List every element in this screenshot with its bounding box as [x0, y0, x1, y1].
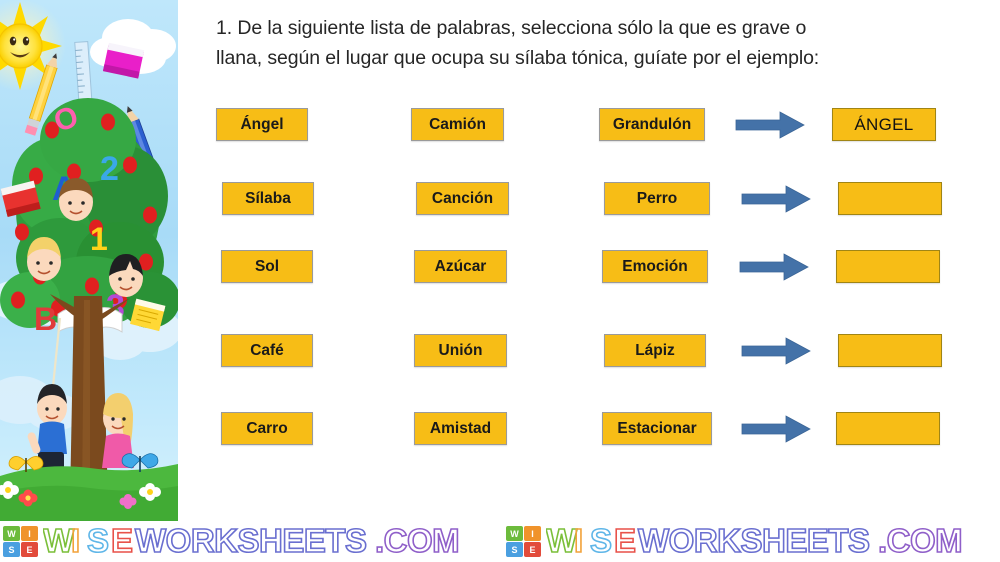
child-face-blonde — [27, 237, 61, 281]
watermark-footer: W I S E W I S E WORKSHEETS .COM W I S E — [0, 521, 1000, 562]
word-grid: Ángel Camión Grandulón ÁNGEL Sílaba Canc… — [178, 0, 1000, 521]
watermark-instance: W I S E W I S E WORKSHEETS .COM — [503, 521, 988, 562]
word-row: Carro Amistad Estacionar — [178, 412, 1000, 446]
word-option-col3[interactable]: Grandulón — [599, 108, 705, 141]
child-face-black-hair — [109, 254, 143, 297]
worksheet-content: 1. De la siguiente lista de palabras, se… — [178, 0, 1000, 521]
svg-text:.COM: .COM — [878, 523, 962, 559]
word-row: Sol Azúcar Emoción — [178, 250, 1000, 284]
worksheet-page: O 2 A 1 3 B — [0, 0, 1000, 562]
word-option-col3[interactable]: Estacionar — [602, 412, 712, 445]
svg-text:1: 1 — [90, 221, 108, 257]
word-row: Sílaba Canción Perro — [178, 182, 1000, 216]
child-face-brown — [59, 178, 93, 221]
illustration-svg: O 2 A 1 3 B — [0, 0, 178, 521]
svg-text:WORKSHEETS: WORKSHEETS — [638, 523, 870, 559]
word-option-col3[interactable]: Perro — [604, 182, 710, 215]
word-option-col3[interactable]: Emoción — [602, 250, 708, 283]
svg-text:S: S — [590, 523, 612, 559]
answer-box[interactable] — [838, 334, 942, 367]
answer-box[interactable]: ÁNGEL — [832, 108, 936, 141]
wise-logo-icon: W I S E — [3, 526, 38, 557]
arrow-right-icon — [740, 415, 812, 443]
svg-text:.COM: .COM — [375, 523, 459, 559]
svg-text:I: I — [71, 523, 80, 559]
answer-box[interactable] — [836, 412, 940, 445]
word-option-col1[interactable]: Café — [221, 334, 313, 367]
word-option-col2[interactable]: Unión — [414, 334, 507, 367]
answer-box[interactable] — [838, 182, 942, 215]
word-row: Ángel Camión Grandulón ÁNGEL — [178, 108, 1000, 142]
svg-text:S: S — [87, 523, 109, 559]
word-option-col1[interactable]: Sol — [221, 250, 313, 283]
svg-text:E: E — [614, 523, 636, 559]
arrow-right-icon — [740, 337, 812, 365]
word-option-col2[interactable]: Azúcar — [414, 250, 507, 283]
sun-eye-left — [9, 36, 17, 46]
wise-logo-icon: W I S E — [506, 526, 541, 557]
svg-text:E: E — [111, 523, 133, 559]
svg-text:2: 2 — [100, 150, 119, 188]
logo-letter-w: W — [3, 526, 20, 541]
word-row: Café Unión Lápiz — [178, 334, 1000, 368]
watermark-instance: W I S E W I S E WORKSHEETS .COM — [0, 521, 485, 562]
sun-face — [0, 23, 43, 69]
logo-letter-i: I — [524, 526, 541, 541]
word-option-col2[interactable]: Camión — [411, 108, 504, 141]
sun-eye-right — [22, 36, 30, 46]
arrow-right-icon — [740, 185, 812, 213]
word-option-col1[interactable]: Ángel — [216, 108, 308, 141]
arrow-right-icon — [734, 111, 806, 139]
logo-letter-i: I — [21, 526, 38, 541]
word-option-col3[interactable]: Lápiz — [604, 334, 706, 367]
word-option-col1[interactable]: Carro — [221, 412, 313, 445]
word-option-col2[interactable]: Canción — [416, 182, 509, 215]
watermark-text: W I S E WORKSHEETS .COM — [546, 523, 963, 560]
word-option-col2[interactable]: Amistad — [414, 412, 507, 445]
word-option-col1[interactable]: Sílaba — [222, 182, 314, 215]
logo-letter-e: E — [524, 542, 541, 557]
svg-text:B: B — [34, 301, 57, 337]
logo-letter-s: S — [3, 542, 20, 557]
svg-text:WORKSHEETS: WORKSHEETS — [135, 523, 367, 559]
logo-letter-s: S — [506, 542, 523, 557]
answer-box[interactable] — [836, 250, 940, 283]
school-tree-illustration: O 2 A 1 3 B — [0, 0, 178, 521]
watermark-text: W I S E WORKSHEETS .COM — [43, 523, 460, 560]
svg-text:I: I — [574, 523, 583, 559]
arrow-right-icon — [738, 253, 810, 281]
logo-letter-w: W — [506, 526, 523, 541]
logo-letter-e: E — [21, 542, 38, 557]
